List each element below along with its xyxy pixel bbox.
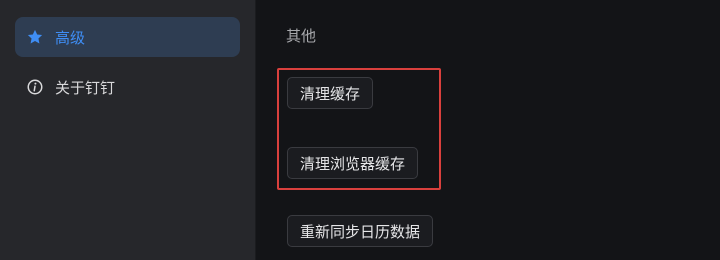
main-panel: 其他 清理缓存 清理浏览器缓存 重新同步日历数据	[256, 0, 720, 260]
sidebar-item-label: 关于钉钉	[55, 78, 116, 97]
sidebar-item-advanced[interactable]: 高级	[15, 17, 240, 57]
info-icon	[25, 77, 45, 97]
resync-calendar-button[interactable]: 重新同步日历数据	[287, 215, 434, 247]
sidebar-item-label: 高级	[55, 28, 86, 47]
sidebar: 高级 关于钉钉	[0, 0, 256, 260]
star-icon	[25, 27, 45, 47]
sidebar-item-about[interactable]: 关于钉钉	[15, 67, 240, 107]
section-title: 其他	[286, 27, 317, 45]
clear-cache-button[interactable]: 清理缓存	[287, 77, 374, 109]
clear-browser-cache-button[interactable]: 清理浏览器缓存	[287, 147, 419, 179]
